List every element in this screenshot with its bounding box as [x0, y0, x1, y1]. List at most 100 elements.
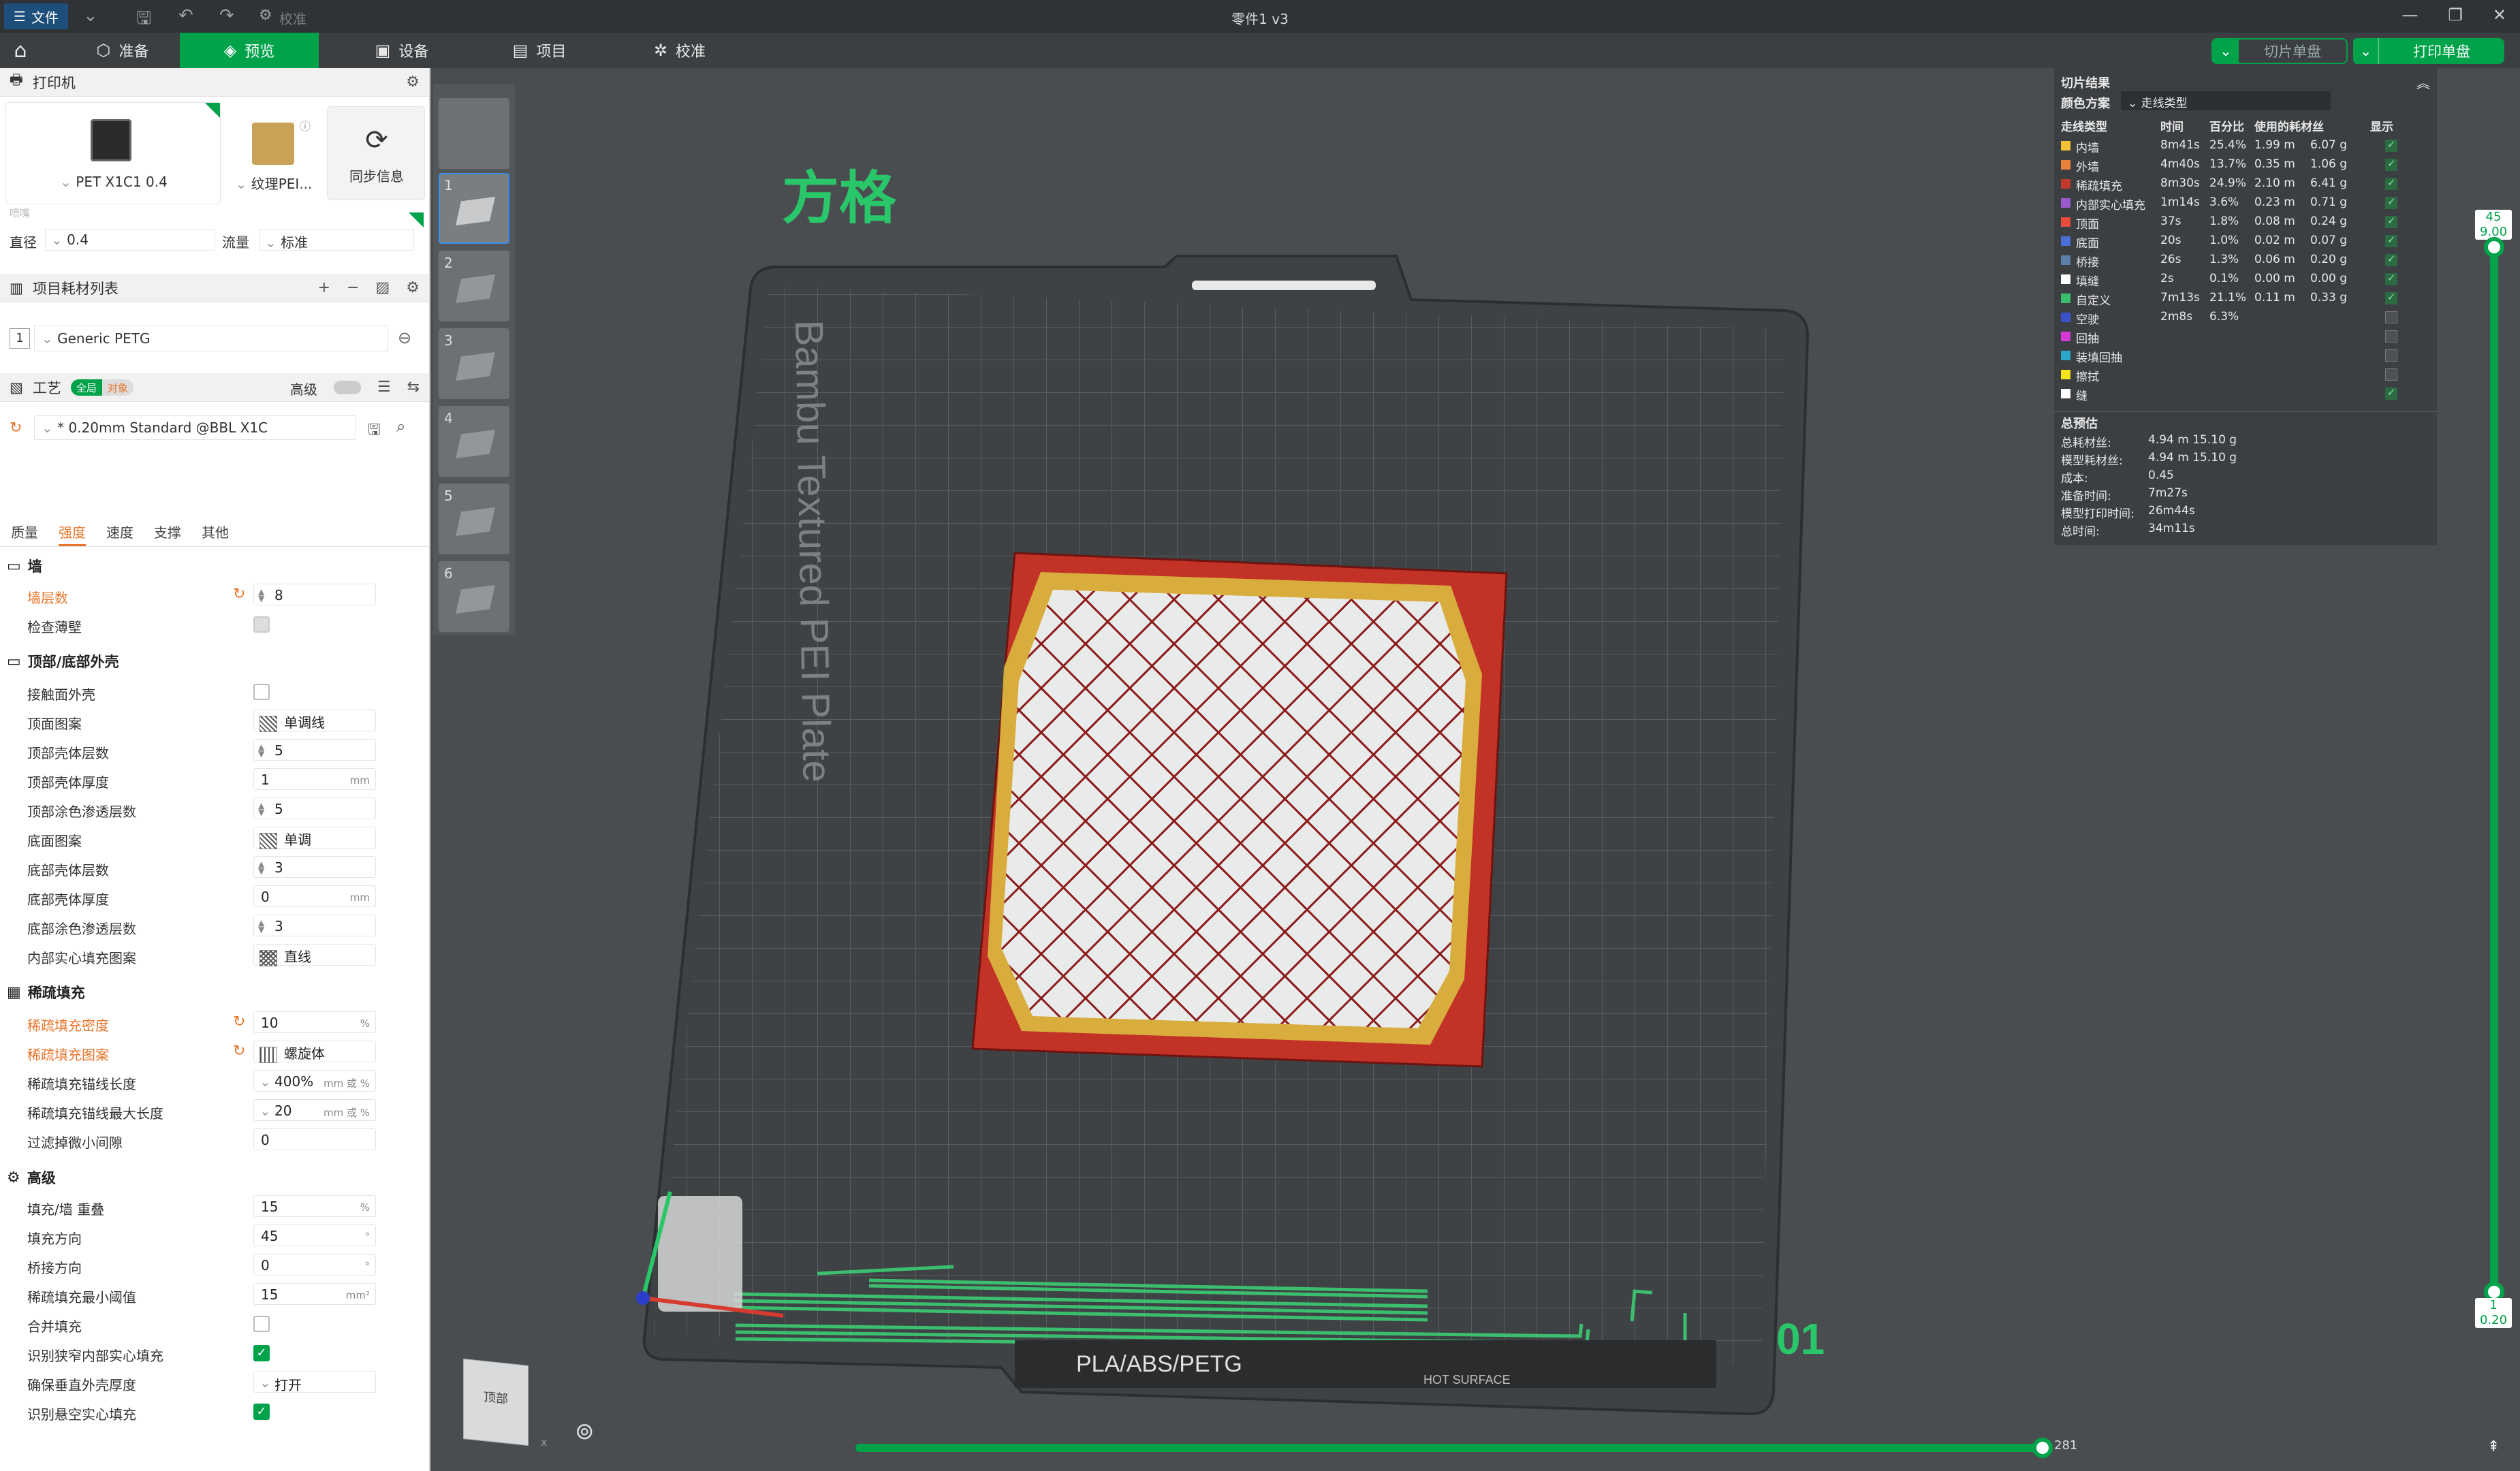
top-pattern-select[interactable]: 单调线	[253, 710, 376, 732]
bridge-direction-input[interactable]: 0 °	[253, 1254, 376, 1276]
stepper-icon[interactable]: ▲ ▼	[258, 860, 264, 875]
layer-slider-top-handle[interactable]	[2484, 237, 2504, 257]
anchor-max-input[interactable]: ⌄ 20 mm 或 %	[253, 1099, 376, 1121]
printer-selector[interactable]: ⌄ PET X1C1 0.4	[5, 102, 221, 204]
top-layers-input[interactable]: ▲ ▼ 5	[253, 739, 376, 761]
view-cube[interactable]: 顶部	[463, 1358, 529, 1446]
diameter-select[interactable]: ⌄ 0.4	[45, 229, 215, 251]
chevron-down-icon[interactable]: ⌄	[2353, 38, 2379, 64]
tab-quality[interactable]: 质量	[11, 522, 38, 546]
stepper-icon[interactable]: ▲ ▼	[258, 802, 264, 817]
ensure-vertical-select[interactable]: ⌄ 打开	[253, 1371, 376, 1393]
restore-icon[interactable]: ❐	[2448, 5, 2463, 25]
gear-icon[interactable]: ⚙	[406, 279, 420, 296]
infill-density-input[interactable]: 10%	[253, 1011, 376, 1033]
tab-calibration[interactable]: ✲ 校准	[625, 33, 734, 68]
tab-prepare[interactable]: ⬡ 准备	[68, 33, 177, 68]
infill-direction-input[interactable]: 45 °	[253, 1224, 376, 1246]
compare-icon[interactable]: ⇆	[407, 379, 420, 398]
show-line-type-checkbox[interactable]	[2385, 195, 2397, 209]
slice-plate-button[interactable]: ⌄ 切片单盘	[2211, 38, 2348, 64]
show-line-type-checkbox[interactable]	[2385, 138, 2397, 152]
detect-narrow-checkbox[interactable]: ✓	[253, 1345, 270, 1361]
color-scheme-select[interactable]: ⌄ 走线类型	[2121, 91, 2331, 110]
filter-gap-input[interactable]: 0	[253, 1128, 376, 1150]
filament-select[interactable]: ⌄ Generic PETG	[34, 326, 388, 351]
internal-solid-select[interactable]: 直线	[253, 944, 376, 966]
stepper-icon[interactable]: ▲ ▼	[258, 588, 264, 603]
show-line-type-checkbox[interactable]	[2385, 234, 2397, 247]
chevron-down-icon[interactable]: ⌄	[2213, 39, 2239, 63]
show-line-type-checkbox[interactable]	[2385, 311, 2397, 323]
remove-icon[interactable]: −	[347, 279, 359, 296]
show-line-type-checkbox[interactable]	[2385, 349, 2397, 362]
plate-thumbnail[interactable]: 4	[439, 406, 509, 477]
plate-thumbnail[interactable]: 3	[439, 328, 509, 399]
reset-icon[interactable]: ↻	[10, 420, 22, 437]
show-line-type-checkbox[interactable]	[2385, 291, 2397, 304]
gear-icon[interactable]: ⚙	[406, 74, 420, 91]
tab-strength[interactable]: 强度	[59, 522, 86, 546]
anchor-length-input[interactable]: ⌄ 400% mm 或 %	[253, 1070, 376, 1092]
tab-others[interactable]: 其他	[202, 522, 229, 546]
advanced-toggle[interactable]	[333, 381, 361, 394]
show-line-type-checkbox[interactable]	[2385, 272, 2397, 285]
infill-pattern-select[interactable]: 螺旋体	[253, 1041, 376, 1063]
collapse-icon[interactable]: ︽	[2416, 72, 2430, 92]
infill-overlap-input[interactable]: 15%	[253, 1195, 376, 1217]
gcode-move-slider[interactable]	[855, 1438, 2053, 1458]
reset-icon[interactable]: ↻	[233, 586, 245, 603]
show-line-type-checkbox[interactable]	[2385, 157, 2397, 171]
plate-thumbnail[interactable]: 5	[439, 484, 509, 554]
global-object-toggle[interactable]: 全局 对象	[70, 379, 133, 396]
top-paint-input[interactable]: ▲ ▼ 5	[253, 797, 376, 819]
plate-thumbnail[interactable]: 2	[439, 251, 509, 321]
save-icon[interactable]: 🖫	[368, 418, 381, 444]
layer-options-icon[interactable]: ⇞	[2487, 1438, 2500, 1455]
home-tab[interactable]: ⌂	[0, 33, 41, 68]
interface-shells-checkbox[interactable]	[253, 684, 270, 700]
tab-speed[interactable]: 速度	[106, 522, 133, 546]
filament-manager-icon[interactable]: ▨	[375, 279, 390, 296]
list-icon[interactable]: ☰	[377, 379, 391, 398]
tab-device[interactable]: ▣ 设备	[347, 33, 456, 68]
bottom-pattern-select[interactable]: 单调	[253, 827, 376, 849]
detect-thin-wall-checkbox[interactable]	[253, 616, 270, 633]
stepper-icon[interactable]: ▲ ▼	[258, 919, 264, 934]
merge-infill-checkbox[interactable]	[253, 1316, 270, 1332]
layer-slider[interactable]	[2484, 237, 2504, 1302]
plate-thumbnail[interactable]: 1	[439, 173, 509, 244]
bottom-paint-input[interactable]: ▲ ▼ 3	[253, 915, 376, 936]
min-infill-area-input[interactable]: 15 mm²	[253, 1283, 376, 1305]
detect-overhang-checkbox[interactable]: ✓	[253, 1404, 270, 1420]
sync-info-button[interactable]: ⟳ 同步信息	[327, 106, 425, 200]
show-line-type-checkbox[interactable]	[2385, 215, 2397, 228]
add-icon[interactable]: +	[318, 279, 330, 296]
tab-support[interactable]: 支撑	[154, 522, 181, 546]
reset-icon[interactable]: ↻	[233, 1043, 245, 1060]
reset-icon[interactable]: ↻	[233, 1013, 245, 1030]
show-line-type-checkbox[interactable]	[2385, 176, 2397, 190]
info-icon[interactable]: ⓘ	[300, 117, 311, 133]
filament-slot-number[interactable]: 1	[10, 328, 30, 349]
plate-thumbnail[interactable]: 6	[439, 561, 509, 632]
top-thickness-input[interactable]: 1 mm	[253, 768, 376, 790]
close-icon[interactable]: ✕	[2493, 5, 2506, 25]
print-plate-button[interactable]: ⌄ 打印单盘	[2353, 38, 2504, 64]
bottom-layers-input[interactable]: ▲ ▼ 3	[253, 856, 376, 878]
search-icon[interactable]: ⌕	[396, 417, 405, 436]
remove-filament-icon[interactable]: ⊖	[398, 328, 411, 347]
tab-preview[interactable]: ◈ 预览	[180, 33, 319, 68]
stepper-icon[interactable]: ▲ ▼	[258, 743, 264, 758]
show-line-type-checkbox[interactable]	[2385, 253, 2397, 266]
show-line-type-checkbox[interactable]	[2385, 368, 2397, 381]
show-line-type-checkbox[interactable]	[2385, 386, 2397, 400]
process-preset-select[interactable]: ⌄ * 0.20mm Standard @BBL X1C	[34, 415, 356, 440]
bottom-thickness-input[interactable]: 0 mm	[253, 885, 376, 907]
plate-thumbnail[interactable]	[439, 98, 509, 169]
show-line-type-checkbox[interactable]	[2385, 330, 2397, 343]
move-slider-handle[interactable]	[2032, 1438, 2053, 1458]
plate-selector[interactable]: ⓘ ⌄ 纹理PEI...	[226, 102, 321, 204]
wall-loops-input[interactable]: ▲ ▼ 8	[253, 584, 376, 605]
fit-view-icon[interactable]: ⊚	[575, 1418, 595, 1445]
